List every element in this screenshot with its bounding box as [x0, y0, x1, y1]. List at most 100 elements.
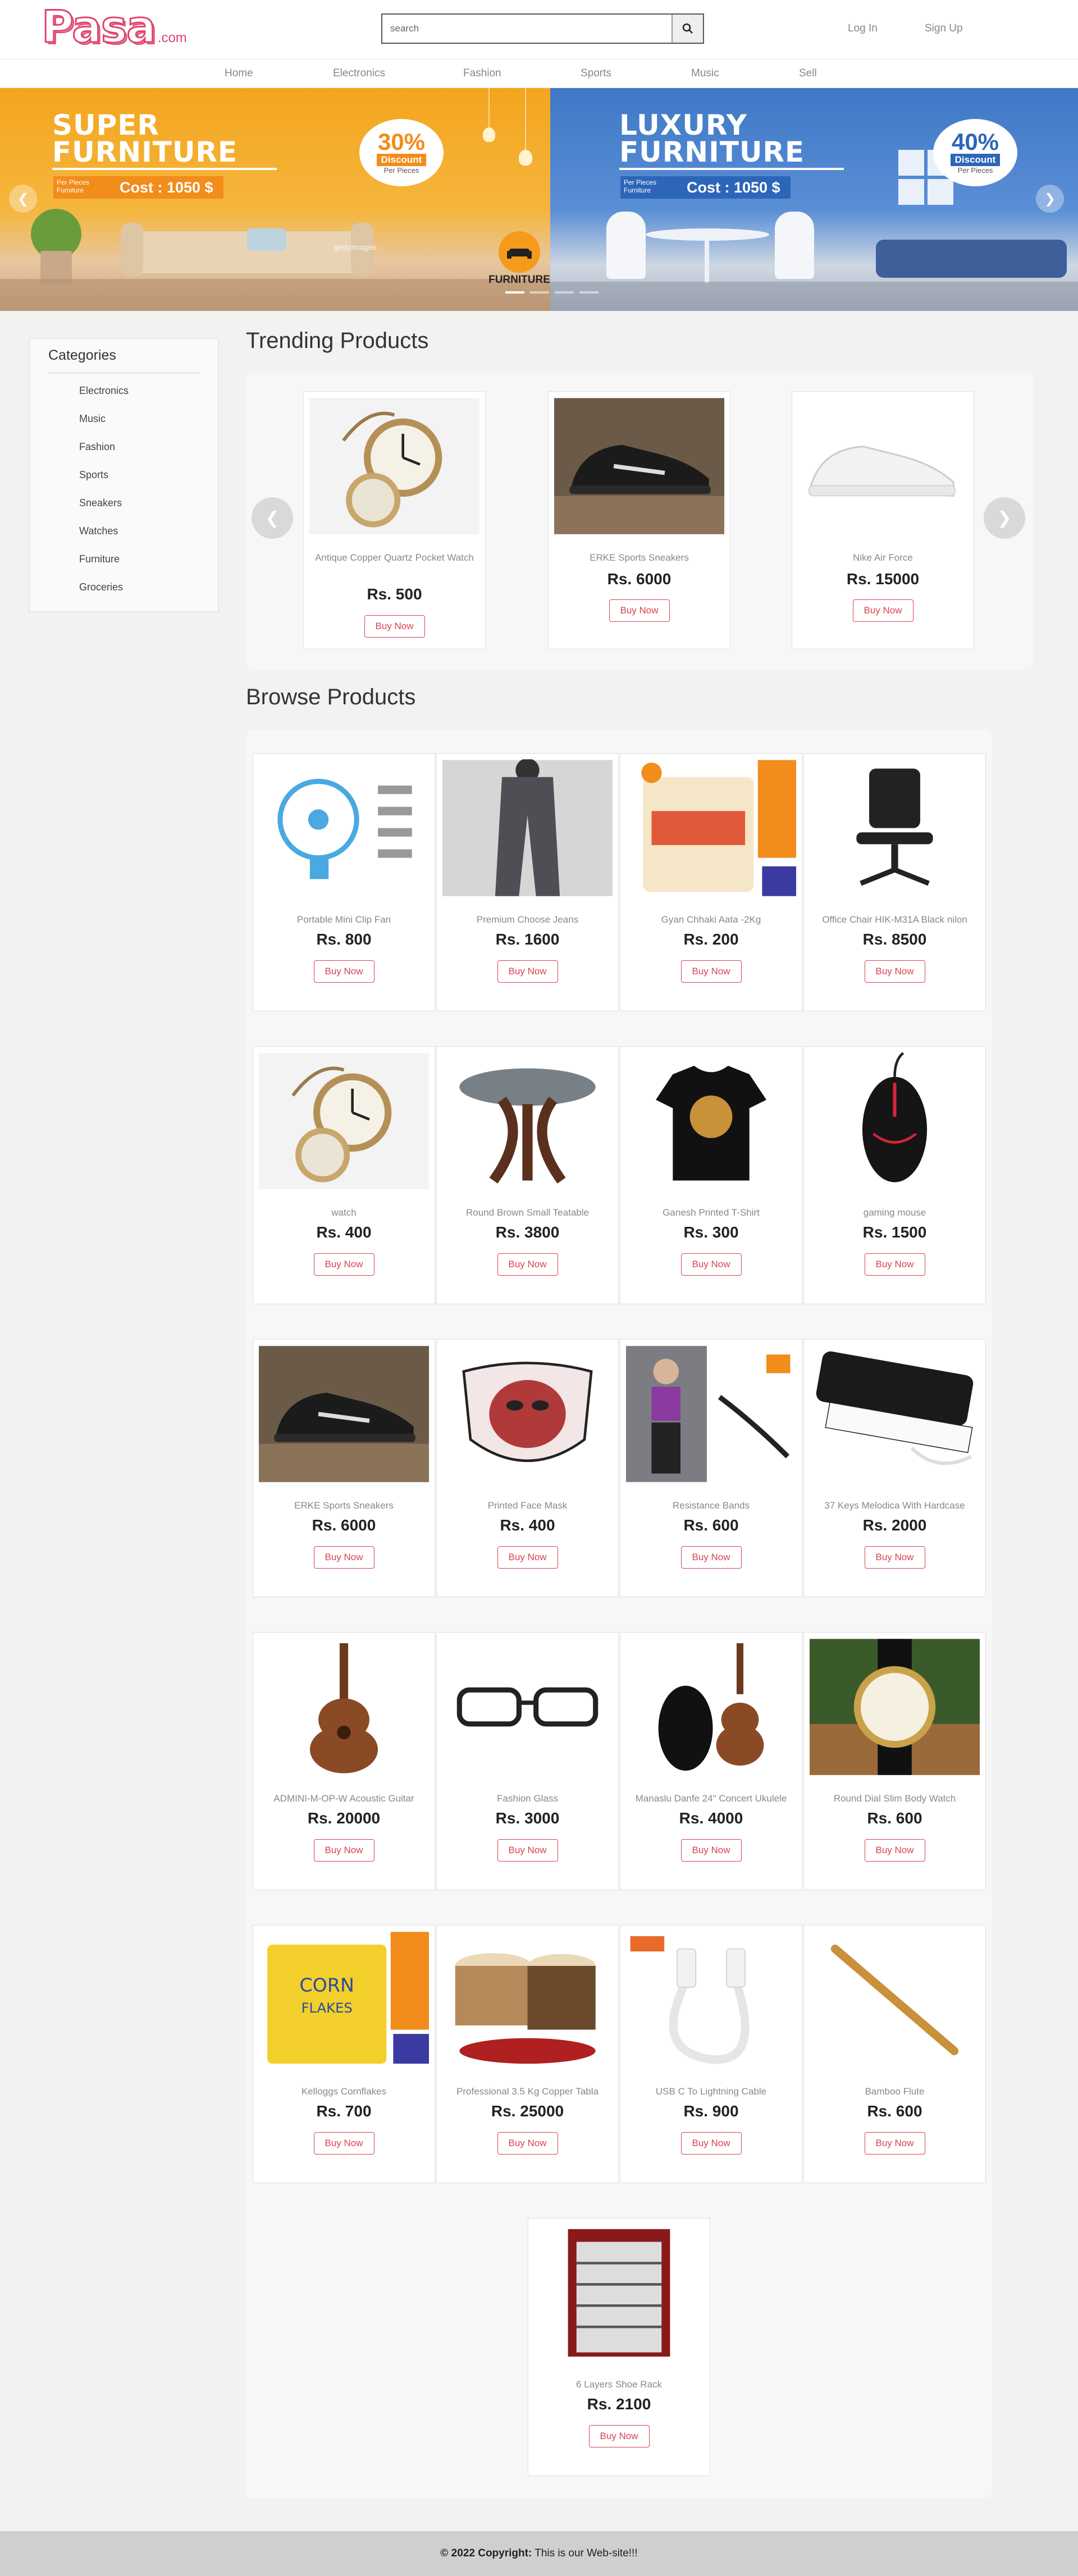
buy-now-button[interactable]: Buy Now — [864, 1253, 925, 1276]
product-image[interactable] — [259, 1638, 429, 1776]
buy-now-button[interactable]: Buy Now — [364, 615, 425, 638]
product-card[interactable]: Office Chair HIK-M31A Black nilon Rs. 850… — [803, 753, 986, 1011]
product-image[interactable] — [626, 1345, 796, 1483]
product-card[interactable]: Fashion Glass Rs. 3000 Buy Now — [436, 1632, 619, 1890]
signup-link[interactable]: Sign Up — [925, 22, 963, 35]
category-fashion[interactable]: Fashion — [79, 441, 115, 453]
hero-carousel[interactable]: SUPER FURNITURE Per Pieces Furniture Cos… — [0, 88, 1078, 311]
trending-next-button[interactable]: ❯ — [984, 497, 1025, 539]
search-input[interactable] — [382, 15, 672, 43]
login-link[interactable]: Log In — [848, 22, 878, 35]
nav-item-electronics[interactable]: Electronics — [333, 67, 385, 80]
product-card[interactable]: Bamboo Flute Rs. 600 Buy Now — [803, 1925, 986, 2183]
buy-now-button[interactable]: Buy Now — [313, 1253, 374, 1276]
buy-now-button[interactable]: Buy Now — [497, 2132, 558, 2155]
category-furniture[interactable]: Furniture — [79, 553, 120, 565]
buy-now-button[interactable]: Buy Now — [864, 1546, 925, 1569]
product-image[interactable] — [442, 1931, 613, 2069]
product-card[interactable]: 6 Layers Shoe Rack Rs. 2100 Buy Now — [528, 2218, 710, 2476]
category-electronics[interactable]: Electronics — [79, 385, 129, 397]
category-sports[interactable]: Sports — [79, 469, 108, 481]
buy-now-button[interactable]: Buy Now — [852, 599, 913, 622]
buy-now-button[interactable]: Buy Now — [864, 1839, 925, 1862]
product-card[interactable]: ERKE Sports Sneakers Rs. 6000 Buy Now — [548, 391, 730, 649]
buy-now-button[interactable]: Buy Now — [680, 960, 742, 983]
buy-now-button[interactable]: Buy Now — [588, 2425, 650, 2447]
product-image[interactable] — [626, 1052, 796, 1190]
product-image[interactable] — [442, 1052, 613, 1190]
buy-now-button[interactable]: Buy Now — [313, 960, 374, 983]
product-card[interactable]: gaming mouse Rs. 1500 Buy Now — [803, 1046, 986, 1304]
buy-now-button[interactable]: Buy Now — [680, 2132, 742, 2155]
category-sneakers[interactable]: Sneakers — [79, 497, 122, 509]
product-card[interactable]: Round Brown Small Teatable Rs. 3800 Buy No… — [436, 1046, 619, 1304]
product-image[interactable] — [810, 759, 980, 897]
nav-item-sports[interactable]: Sports — [581, 67, 611, 80]
product-card[interactable]: Round Dial Slim Body Watch Rs. 600 Buy Now — [803, 1632, 986, 1890]
product-image[interactable]: CORN FLAKES — [259, 1931, 429, 2069]
product-image[interactable] — [442, 1345, 613, 1483]
product-card[interactable]: watch Rs. 400 Buy Now — [253, 1046, 435, 1304]
product-card[interactable]: Premium Choose Jeans Rs. 1600 Buy Now — [436, 753, 619, 1011]
product-card[interactable]: Professional 3.5 Kg Copper Tabla Rs. 2500… — [436, 1925, 619, 2183]
product-image[interactable] — [626, 1638, 796, 1776]
product-card[interactable]: 37 Keys Melodica With Hardcase Rs. 2000 Bu… — [803, 1339, 986, 1597]
buy-now-button[interactable]: Buy Now — [497, 1546, 558, 1569]
product-card[interactable]: Resistance Bands Rs. 600 Buy Now — [620, 1339, 802, 1597]
product-image[interactable] — [798, 397, 968, 535]
product-image[interactable] — [626, 759, 796, 897]
product-card[interactable]: Printed Face Mask Rs. 400 Buy Now — [436, 1339, 619, 1597]
nav-item-music[interactable]: Music — [691, 67, 719, 80]
buy-now-button[interactable]: Buy Now — [497, 1839, 558, 1862]
carousel-next-button[interactable]: ❯ — [1036, 185, 1064, 213]
nav-item-sell[interactable]: Sell — [799, 67, 817, 80]
buy-now-button[interactable]: Buy Now — [864, 960, 925, 983]
product-card[interactable]: ERKE Sports Sneakers Rs. 6000 Buy Now — [253, 1339, 435, 1597]
buy-now-button[interactable]: Buy Now — [313, 1546, 374, 1569]
site-logo[interactable]: Pasa .com — [41, 5, 187, 51]
product-card[interactable]: CORN FLAKES Kelloggs Cornflakes Rs. 700 Buy … — [253, 1925, 435, 2183]
product-card[interactable]: Gyan Chhaki Aata -2Kg Rs. 200 Buy Now — [620, 753, 802, 1011]
search-button[interactable] — [672, 15, 703, 43]
product-image[interactable] — [259, 1345, 429, 1483]
carousel-dot-1[interactable] — [505, 291, 524, 294]
product-card[interactable]: USB C To Lightning Cable Rs. 900 Buy Now — [620, 1925, 802, 2183]
product-card[interactable]: Portable Mini Clip Fan Rs. 800 Buy Now — [253, 753, 435, 1011]
product-card[interactable]: Antique Copper Quartz Pocket Watch Rs. 50… — [303, 391, 486, 649]
buy-now-button[interactable]: Buy Now — [313, 1839, 374, 1862]
product-card[interactable]: Ganesh Printed T-Shirt Rs. 300 Buy Now — [620, 1046, 802, 1304]
buy-now-button[interactable]: Buy Now — [313, 2132, 374, 2155]
carousel-dot-4[interactable] — [579, 291, 599, 294]
product-image[interactable] — [810, 1638, 980, 1776]
product-image[interactable] — [534, 2224, 704, 2362]
product-card[interactable]: Nike Air Force Rs. 15000 Buy Now — [792, 391, 974, 649]
product-card[interactable]: ADMINI-M-OP-W Acoustic Guitar Rs. 20000 Bu… — [253, 1632, 435, 1890]
product-image[interactable] — [259, 759, 429, 897]
carousel-dot-3[interactable] — [555, 291, 574, 294]
product-image[interactable] — [810, 1345, 980, 1483]
product-image[interactable] — [810, 1052, 980, 1190]
category-watches[interactable]: Watches — [79, 525, 118, 537]
product-image[interactable] — [259, 1052, 429, 1190]
buy-now-button[interactable]: Buy Now — [864, 2132, 925, 2155]
nav-item-home[interactable]: Home — [225, 67, 253, 80]
buy-now-button[interactable]: Buy Now — [680, 1253, 742, 1276]
product-image[interactable] — [626, 1931, 796, 2069]
carousel-dot-2[interactable] — [530, 291, 549, 294]
carousel-prev-button[interactable]: ❮ — [9, 185, 37, 213]
product-image[interactable] — [810, 1931, 980, 2069]
product-image[interactable] — [309, 397, 479, 535]
category-music[interactable]: Music — [79, 413, 106, 425]
trending-prev-button[interactable]: ❮ — [252, 497, 293, 539]
buy-now-button[interactable]: Buy Now — [680, 1839, 742, 1862]
product-card[interactable]: Manaslu Danfe 24" Concert Ukulele Rs. 400… — [620, 1632, 802, 1890]
buy-now-button[interactable]: Buy Now — [497, 1253, 558, 1276]
category-groceries[interactable]: Groceries — [79, 581, 123, 593]
buy-now-button[interactable]: Buy Now — [497, 960, 558, 983]
buy-now-button[interactable]: Buy Now — [680, 1546, 742, 1569]
product-image[interactable] — [442, 1638, 613, 1776]
product-image[interactable] — [442, 759, 613, 897]
nav-item-fashion[interactable]: Fashion — [463, 67, 501, 80]
product-image[interactable] — [554, 397, 724, 535]
buy-now-button[interactable]: Buy Now — [609, 599, 670, 622]
